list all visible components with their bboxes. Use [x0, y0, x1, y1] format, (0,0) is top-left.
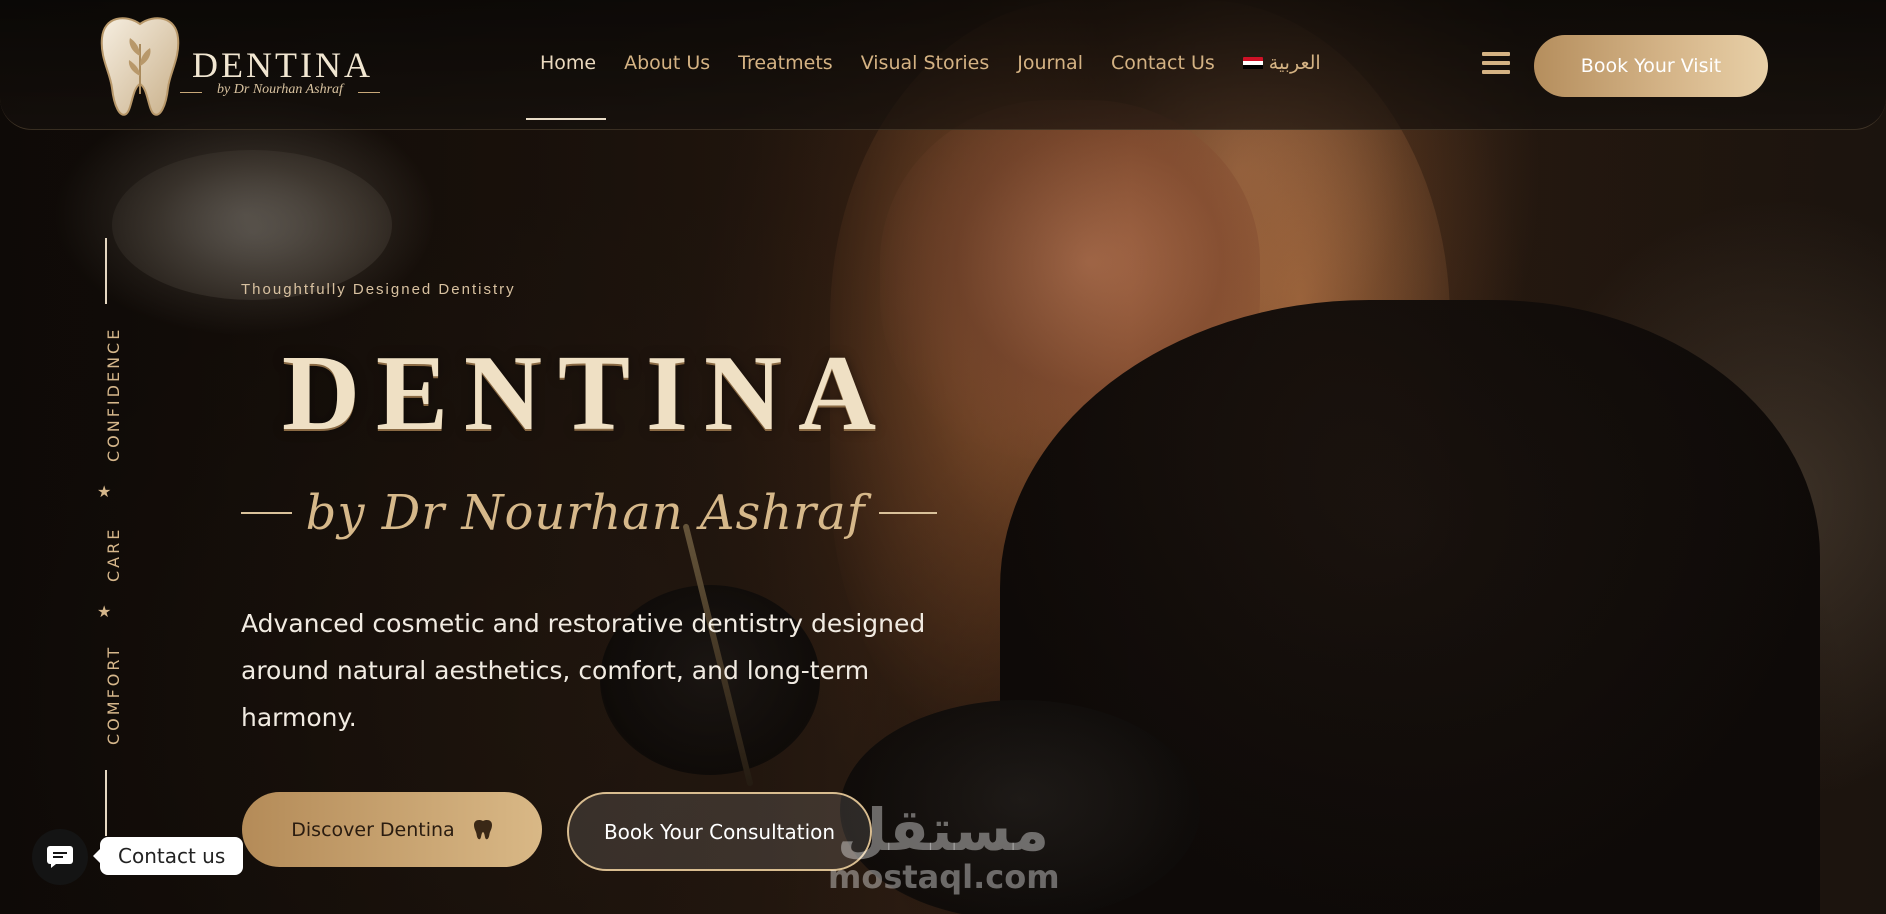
nav-visual-stories[interactable]: Visual Stories	[847, 52, 1004, 74]
side-word-care: CARE	[104, 526, 123, 582]
chat-button[interactable]	[32, 829, 88, 885]
nav-home[interactable]: Home	[526, 52, 610, 74]
watermark-latin: mostaql.com	[828, 858, 1060, 896]
hero-overlay	[0, 0, 1886, 914]
book-visit-button[interactable]: Book Your Visit	[1534, 35, 1768, 97]
nav-active-indicator	[526, 118, 606, 120]
star-icon: ★	[97, 604, 112, 621]
discover-dentina-button[interactable]: Discover Dentina	[242, 792, 542, 867]
logo-tagline: by Dr Nourhan Ashraf	[180, 82, 380, 98]
tooth-icon	[473, 819, 492, 839]
nav-treatments[interactable]: Treatmets	[724, 52, 847, 74]
discover-label: Discover Dentina	[291, 818, 455, 841]
egypt-flag-icon	[1242, 56, 1263, 70]
book-consultation-button[interactable]: Book Your Consultation	[567, 792, 872, 871]
tooth-logo-icon	[100, 17, 180, 116]
logo-wordmark: DENTINA	[192, 45, 373, 85]
star-icon: ★	[97, 484, 112, 501]
subtitle-rule-left	[241, 512, 292, 514]
hero-description: Advanced cosmetic and restorative dentis…	[241, 609, 926, 732]
side-word-confidence: CONFIDENCE	[104, 326, 123, 462]
hero-subtitle: by Dr Nourhan Ashraf	[241, 478, 937, 548]
site-header: DENTINA by Dr Nourhan Ashraf Home About …	[0, 0, 1886, 130]
main-nav: Home About Us Treatmets Visual Stories J…	[526, 52, 1335, 74]
hamburger-icon[interactable]	[1482, 52, 1510, 76]
language-label: العربية	[1268, 52, 1321, 74]
side-line-bottom	[105, 770, 107, 836]
nav-language-switch[interactable]: العربية	[1229, 52, 1335, 74]
side-word-comfort: COMFORT	[104, 644, 123, 745]
brand-logo[interactable]: DENTINA by Dr Nourhan Ashraf	[98, 12, 388, 122]
nav-about-us[interactable]: About Us	[610, 52, 724, 74]
subtitle-rule-right	[879, 512, 937, 514]
chat-bubble-icon	[47, 846, 73, 868]
watermark-arabic: مستقل	[836, 796, 1050, 864]
hero-eyebrow: Thoughtfully Designed Dentistry	[241, 281, 516, 298]
hero-title: DENTINA	[282, 334, 893, 453]
hero-subtitle-text: by Dr Nourhan Ashraf	[305, 485, 866, 541]
contact-us-chat-label[interactable]: Contact us	[92, 837, 244, 875]
nav-contact-us[interactable]: Contact Us	[1097, 52, 1229, 74]
mostaql-watermark: مستقل mostaql.com	[828, 796, 1060, 896]
nav-journal[interactable]: Journal	[1003, 52, 1097, 74]
side-line-top	[105, 238, 107, 304]
